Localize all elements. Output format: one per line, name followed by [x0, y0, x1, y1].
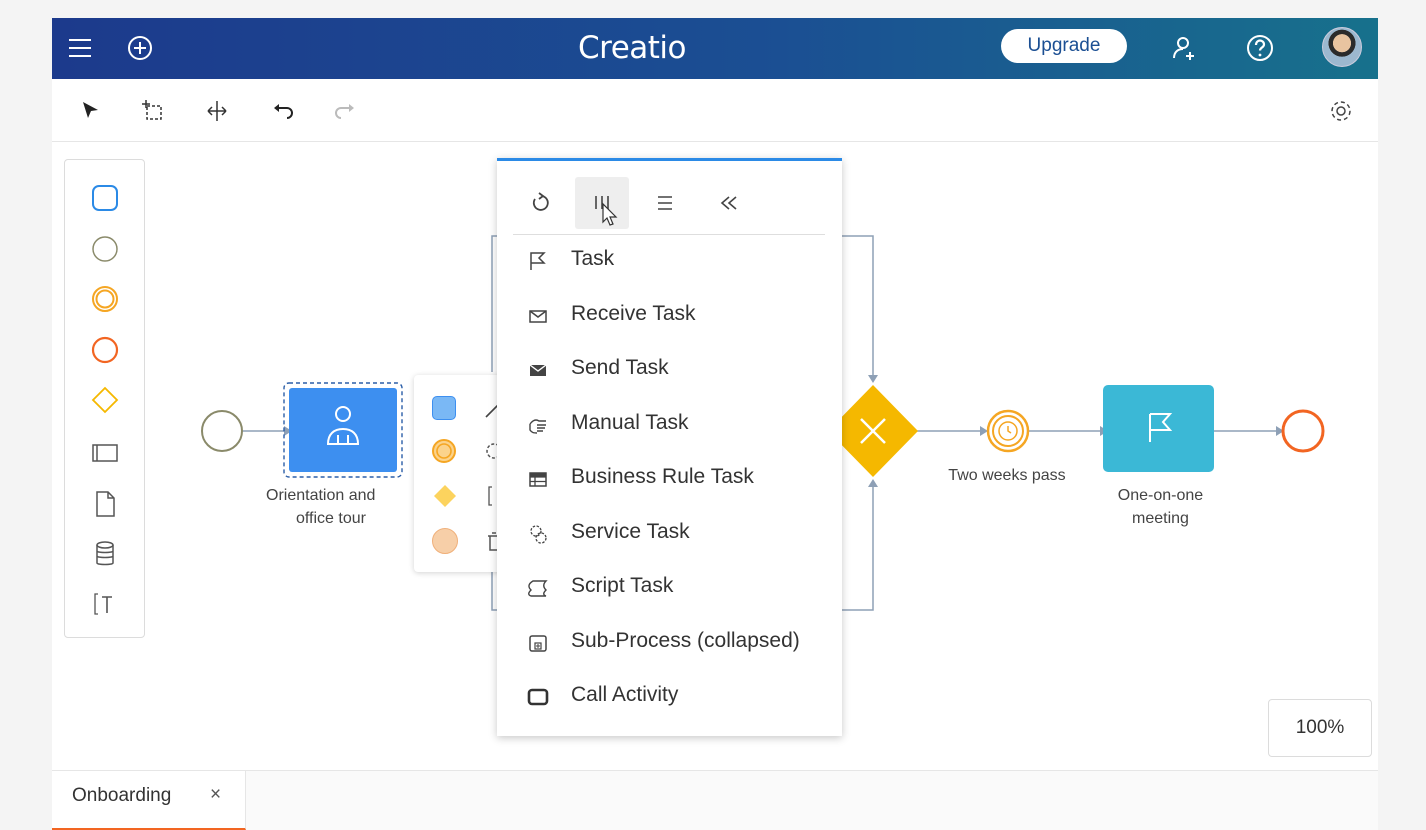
top-bar: Creatio Upgrade — [52, 18, 1378, 79]
space-tool-icon[interactable] — [204, 98, 230, 124]
gears-icon — [530, 525, 547, 544]
call-activity-icon — [527, 688, 549, 706]
change-type-menu: Task Receive Task Send Task Manual Task … — [497, 158, 842, 736]
menu-item-receive-task[interactable]: Receive Task — [497, 291, 842, 341]
orientation-label: Orientation and office tour — [266, 487, 376, 527]
tab-onboarding[interactable]: Onboarding × — [52, 771, 246, 830]
menu-item-service-task[interactable]: Service Task — [497, 509, 842, 559]
append-task-button[interactable] — [432, 396, 456, 420]
help-icon[interactable] — [1244, 32, 1276, 64]
reset-icon[interactable] — [513, 177, 567, 229]
pointer-tool-icon[interactable] — [78, 98, 104, 124]
tab-bar: Onboarding × — [52, 770, 1378, 830]
menu-item-sub-process[interactable]: Sub-Process (collapsed) — [497, 618, 842, 668]
settings-gear-icon[interactable] — [1328, 98, 1354, 124]
meeting-label: One-on-one meeting — [1117, 487, 1204, 527]
append-end-event-button[interactable] — [432, 528, 458, 554]
envelope-filled-icon — [529, 364, 547, 376]
sequential-multi-instance-icon[interactable] — [638, 177, 692, 229]
envelope-outline-icon — [529, 310, 547, 323]
upgrade-button[interactable]: Upgrade — [1001, 29, 1127, 63]
element-context-pad — [414, 375, 504, 572]
zoom-level-button[interactable]: 100% — [1268, 699, 1372, 757]
menu-item-manual-task[interactable]: Manual Task — [497, 400, 842, 450]
app-window: Creatio Upgrade Orientation and office t… — [52, 18, 1378, 830]
menu-item-script-task[interactable]: Script Task — [497, 563, 842, 613]
tab-close-icon[interactable]: × — [210, 784, 221, 806]
loop-backward-icon[interactable] — [700, 177, 754, 229]
menu-separator — [513, 234, 825, 235]
add-circle-icon[interactable] — [124, 32, 156, 64]
add-user-icon[interactable] — [1169, 32, 1201, 64]
menu-item-task[interactable]: Task — [497, 236, 842, 286]
lasso-select-icon[interactable] — [140, 98, 166, 124]
table-icon — [529, 472, 547, 487]
timer-event[interactable] — [986, 409, 1030, 453]
subprocess-icon — [529, 635, 547, 652]
start-event[interactable] — [201, 410, 243, 452]
brand-logo: Creatio — [577, 30, 687, 66]
end-event[interactable] — [1281, 409, 1325, 453]
diagram-toolbar — [52, 79, 1378, 142]
redo-icon[interactable] — [332, 98, 358, 124]
flag-icon — [530, 252, 546, 270]
hamburger-menu-icon[interactable] — [64, 32, 96, 64]
append-intermediate-event-button[interactable] — [430, 437, 458, 465]
script-icon — [528, 580, 548, 597]
parallel-multi-instance-icon[interactable] — [575, 177, 629, 229]
hand-icon — [529, 419, 546, 434]
user-avatar[interactable] — [1322, 27, 1362, 67]
timer-label: Two weeks pass — [948, 467, 1066, 484]
menu-item-send-task[interactable]: Send Task — [497, 345, 842, 395]
menu-item-call-activity[interactable]: Call Activity — [497, 672, 842, 722]
menu-item-business-rule-task[interactable]: Business Rule Task — [497, 454, 842, 504]
append-gateway-button[interactable] — [432, 483, 458, 509]
meeting-task[interactable] — [1103, 385, 1214, 472]
undo-icon[interactable] — [270, 98, 296, 124]
